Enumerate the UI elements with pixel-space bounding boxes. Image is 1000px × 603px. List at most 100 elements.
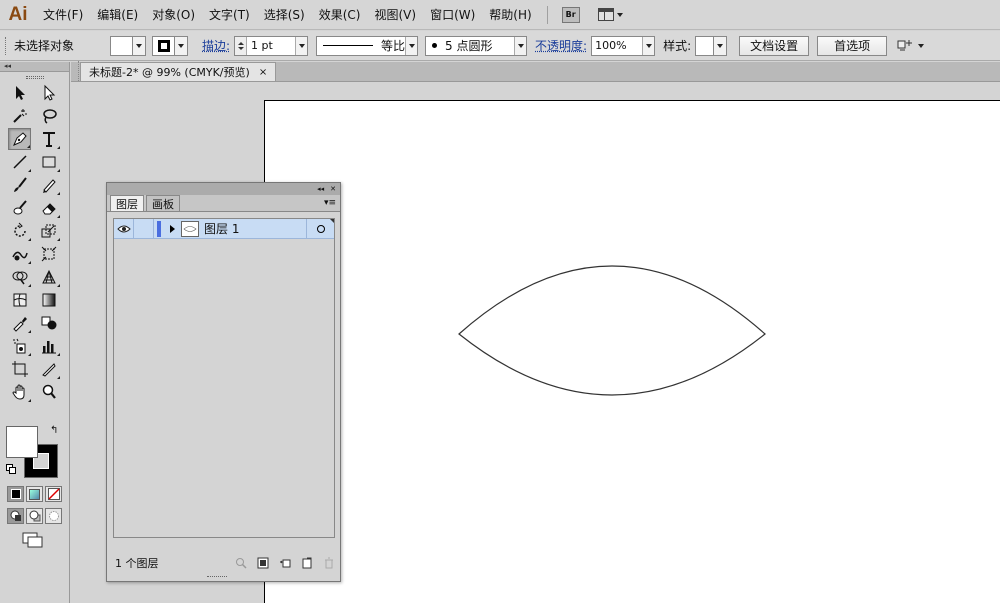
selection-tool[interactable]: [8, 82, 31, 104]
layers-panel-tabs: 图层 画板 ▾≡: [107, 195, 340, 212]
tools-panel-collapse[interactable]: ◂◂: [0, 62, 69, 72]
menu-select[interactable]: 选择(S): [257, 0, 312, 30]
layer-name[interactable]: 图层 1: [204, 220, 306, 237]
gradient-mode-button[interactable]: [26, 486, 43, 502]
arrange-documents-button[interactable]: [598, 8, 623, 21]
eyedropper-tool[interactable]: [8, 312, 31, 334]
rotate-tool[interactable]: [8, 220, 31, 242]
pencil-tool[interactable]: [37, 174, 60, 196]
selection-arrow-icon: [11, 84, 29, 102]
panel-resize-grip[interactable]: [207, 576, 227, 579]
menu-object[interactable]: 对象(O): [145, 0, 202, 30]
opacity-panel-link[interactable]: 不透明度:: [535, 37, 587, 54]
menu-type[interactable]: 文字(T): [202, 0, 257, 30]
line-segment-tool[interactable]: [8, 151, 31, 173]
opacity-field[interactable]: 100%: [591, 36, 655, 56]
menu-edit[interactable]: 编辑(E): [90, 0, 145, 30]
control-bar-grip[interactable]: [5, 37, 9, 55]
none-mode-button[interactable]: [45, 486, 62, 502]
visibility-toggle[interactable]: [114, 219, 134, 239]
artboard-canvas[interactable]: [264, 100, 1000, 603]
symbol-sprayer-tool[interactable]: [8, 335, 31, 357]
tools-panel-grip[interactable]: [0, 72, 69, 82]
graphic-style-dropdown[interactable]: [695, 36, 727, 56]
free-transform-tool[interactable]: [37, 243, 60, 265]
type-icon: [40, 130, 58, 148]
warp-tool[interactable]: [8, 243, 31, 265]
draw-behind-button[interactable]: [26, 508, 43, 524]
panel-menu-icon[interactable]: ▾≡: [324, 198, 336, 208]
close-icon[interactable]: ×: [259, 67, 267, 78]
screen-mode-button[interactable]: [22, 532, 44, 548]
tab-artboards[interactable]: 画板: [146, 195, 180, 211]
arrange-icon: [897, 39, 913, 53]
tab-layers[interactable]: 图层: [110, 195, 144, 211]
arrange-documents-icon: [598, 8, 614, 21]
direct-selection-tool[interactable]: [37, 82, 60, 104]
perspective-grid-tool[interactable]: [37, 266, 60, 288]
expand-layer-toggle[interactable]: [167, 219, 177, 239]
default-fill-stroke-icon[interactable]: [6, 464, 16, 474]
panel-options-button[interactable]: [897, 39, 924, 53]
create-sublayer-button[interactable]: [279, 557, 291, 569]
magic-wand-tool[interactable]: [8, 105, 31, 127]
collapse-panel-icon[interactable]: ◂◂: [317, 185, 324, 193]
document-setup-button[interactable]: 文档设置: [739, 36, 809, 56]
type-tool[interactable]: [37, 128, 60, 150]
menu-file[interactable]: 文件(F): [36, 0, 90, 30]
menu-help[interactable]: 帮助(H): [482, 0, 538, 30]
delete-layer-button[interactable]: [323, 557, 335, 569]
slice-tool[interactable]: [37, 358, 60, 380]
eraser-tool[interactable]: [37, 197, 60, 219]
mesh-tool[interactable]: [8, 289, 31, 311]
stroke-weight-spinner[interactable]: [235, 37, 247, 55]
column-graph-tool[interactable]: [37, 335, 60, 357]
rectangle-tool[interactable]: [37, 151, 60, 173]
menu-bar: Ai 文件(F) 编辑(E) 对象(O) 文字(T) 选择(S) 效果(C) 视…: [0, 0, 1000, 30]
close-panel-icon[interactable]: ✕: [330, 185, 336, 193]
preferences-button[interactable]: 首选项: [817, 36, 887, 56]
magic-wand-icon: [11, 107, 29, 125]
document-tab[interactable]: 未标题-2* @ 99% (CMYK/预览) ×: [80, 62, 276, 81]
draw-normal-button[interactable]: [7, 508, 24, 524]
stroke-color-dropdown[interactable]: [152, 36, 188, 56]
brush-definition-dropdown[interactable]: 5 点圆形: [425, 36, 527, 56]
variable-width-profile-dropdown[interactable]: 等比: [316, 36, 418, 56]
selection-indicator: [330, 219, 334, 223]
menu-effect[interactable]: 效果(C): [312, 0, 368, 30]
blend-tool[interactable]: [37, 312, 60, 334]
zoom-tool[interactable]: [37, 381, 60, 403]
fill-color-swatch[interactable]: [6, 426, 38, 458]
hand-tool[interactable]: [8, 381, 31, 403]
bridge-button[interactable]: Br: [562, 7, 580, 23]
draw-inside-button[interactable]: [45, 508, 62, 524]
document-tab-title: 未标题-2* @ 99% (CMYK/预览): [89, 64, 250, 80]
swap-fill-stroke-icon[interactable]: ↰: [50, 426, 60, 436]
fill-color-dropdown[interactable]: [110, 36, 146, 56]
make-clipping-mask-button[interactable]: [257, 557, 269, 569]
clipping-mask-icon: [257, 557, 269, 569]
artboard-tool[interactable]: [8, 358, 31, 380]
blob-brush-tool[interactable]: [8, 197, 31, 219]
gradient-tool[interactable]: [37, 289, 60, 311]
create-new-layer-button[interactable]: [301, 557, 313, 569]
layer-row[interactable]: 图层 1: [114, 219, 334, 239]
paintbrush-tool[interactable]: [8, 174, 31, 196]
shape-builder-tool[interactable]: [8, 266, 31, 288]
pen-tool[interactable]: [8, 128, 31, 150]
stroke-weight-field[interactable]: 1 pt: [234, 36, 308, 56]
lock-toggle[interactable]: [134, 219, 154, 239]
stroke-panel-link[interactable]: 描边:: [202, 37, 230, 54]
layer-thumbnail: [181, 221, 199, 237]
style-label: 样式:: [663, 37, 691, 54]
chevron-down-icon: [617, 13, 623, 17]
locate-object-button[interactable]: [235, 557, 247, 569]
scale-tool[interactable]: [37, 220, 60, 242]
color-mode-button[interactable]: [7, 486, 24, 502]
lens-shape[interactable]: [459, 266, 765, 395]
lasso-tool[interactable]: [37, 105, 60, 127]
layers-panel-titlebar[interactable]: ◂◂ ✕: [107, 183, 340, 195]
gradient-icon: [40, 291, 58, 309]
menu-window[interactable]: 窗口(W): [423, 0, 482, 30]
menu-view[interactable]: 视图(V): [367, 0, 423, 30]
